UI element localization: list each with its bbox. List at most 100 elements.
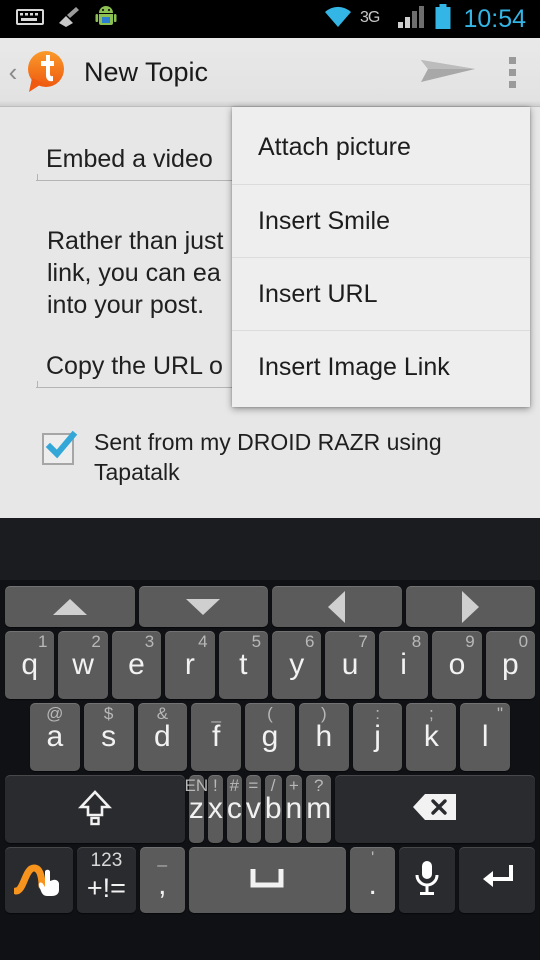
space-icon (250, 867, 284, 894)
arrow-up-key[interactable] (5, 586, 135, 627)
key-label: a (46, 720, 64, 753)
signature-label: Sent from my DROID RAZR using Tapatalk (94, 427, 442, 487)
key-label: n (285, 792, 303, 825)
gesture-key[interactable] (5, 847, 74, 913)
keyboard-row-3: EN z ! x # c = v / b + n ? m (3, 773, 537, 845)
swipe-hand-icon (12, 858, 64, 903)
key-label: i (400, 648, 407, 681)
key-label: l (481, 720, 489, 753)
key-hint: / (270, 776, 276, 795)
key-label: m (306, 792, 332, 825)
key-x[interactable]: ! x (207, 775, 223, 843)
key-w[interactable]: 2w (58, 631, 108, 699)
key-hint: ? (313, 776, 324, 795)
keyboard-icon (16, 7, 44, 32)
arrow-left-key[interactable] (272, 586, 402, 627)
key-hint: = (248, 776, 259, 795)
row2-right-gap (512, 701, 537, 773)
period-key[interactable]: ' . (349, 847, 396, 913)
key-label: c (226, 792, 242, 825)
key-l[interactable]: " l (460, 703, 511, 771)
arrow-down-key[interactable] (138, 586, 268, 627)
key-label: z (188, 792, 204, 825)
key-m[interactable]: ? m (306, 775, 332, 843)
key-y[interactable]: 6y (272, 631, 322, 699)
back-button[interactable]: ‹ (0, 59, 22, 85)
key-label: o (448, 648, 466, 681)
action-bar: ‹ New Topic (0, 38, 540, 107)
key-hint: & (156, 704, 169, 723)
tapatalk-logo-icon[interactable] (22, 48, 70, 96)
keyboard-nav-row (3, 584, 537, 629)
key-hint: 6 (304, 632, 315, 651)
key-hint: ( (267, 704, 273, 723)
menu-item-insert-image-link[interactable]: Insert Image Link (232, 330, 530, 403)
signature-checkbox[interactable] (42, 430, 78, 465)
arrow-down-icon (186, 598, 221, 615)
menu-item-attach-picture[interactable]: Attach picture (232, 111, 530, 184)
key-t[interactable]: 5t (218, 631, 269, 699)
3g-label: 3G (360, 7, 390, 32)
send-icon (419, 50, 479, 95)
key-o[interactable]: 9o (432, 631, 482, 699)
key-hint: ' (371, 848, 375, 867)
key-label: s (101, 720, 117, 753)
key-c[interactable]: # c (226, 775, 242, 843)
key-label: q (21, 648, 39, 681)
key-label: w (72, 648, 94, 681)
key-j[interactable]: :j (352, 703, 403, 771)
key-hint: 7 (358, 632, 368, 651)
key-label: u (341, 648, 359, 681)
key-p[interactable]: 0p (485, 631, 536, 699)
overflow-menu-button[interactable] (484, 38, 540, 107)
key-label: g (261, 720, 279, 753)
status-bar-left-icons (8, 5, 118, 34)
key-k[interactable]: ; k (406, 703, 457, 771)
key-hint: 9 (465, 632, 475, 651)
status-bar-right-icons: 3G 10:54 (323, 3, 532, 35)
key-v[interactable]: = v (245, 775, 261, 843)
signature-row[interactable]: Sent from my DROID RAZR using Tapatalk (42, 427, 442, 487)
key-s[interactable]: $ s (83, 703, 134, 771)
overflow-dot (508, 56, 516, 64)
wifi-icon (323, 5, 353, 34)
key-u[interactable]: 7u (325, 631, 375, 699)
key-hint: 0 (518, 632, 529, 651)
key-a[interactable]: @ a (29, 703, 80, 771)
android-robot-icon (94, 5, 118, 34)
phone-screen: 3G 10:54 ‹ New Topic Embed a video Rathe… (0, 0, 540, 960)
key-f[interactable]: _ f (191, 703, 242, 771)
key-n[interactable]: + n (285, 775, 303, 843)
key-d[interactable]: & d (137, 703, 188, 771)
key-hint: $ (103, 704, 114, 723)
key-i[interactable]: 8i (378, 631, 429, 699)
key-e[interactable]: 3e (111, 631, 162, 699)
space-key[interactable] (189, 847, 346, 913)
send-button[interactable] (414, 50, 484, 95)
key-label: d (154, 720, 171, 753)
key-b[interactable]: / b (264, 775, 282, 843)
key-label: r (184, 648, 195, 681)
key-label: e (128, 648, 145, 681)
status-bar-clock: 10:54 (463, 4, 526, 33)
microphone-key[interactable] (399, 847, 456, 913)
key-label: k (423, 720, 439, 753)
enter-key[interactable] (459, 847, 536, 913)
symbols-key[interactable]: 123 +!= (77, 847, 136, 913)
key-z[interactable]: EN z (185, 775, 208, 843)
menu-item-insert-smile[interactable]: Insert Smile (232, 184, 530, 257)
overflow-dropdown-menu: Attach picture Insert Smile Insert URL I… (232, 107, 530, 407)
key-h[interactable]: ) h (298, 703, 349, 771)
backspace-key[interactable] (335, 775, 535, 843)
key-q[interactable]: 1q (5, 631, 55, 699)
key-r[interactable]: 4r (165, 631, 215, 699)
menu-item-insert-url[interactable]: Insert URL (232, 257, 530, 330)
shift-key[interactable] (5, 775, 185, 843)
checkmark-icon (45, 430, 78, 459)
key-hint: 5 (251, 632, 262, 651)
key-g[interactable]: (g (245, 703, 295, 771)
comma-key[interactable]: _ , (139, 847, 186, 913)
arrow-right-key[interactable] (405, 586, 535, 627)
key-hint: : (375, 704, 380, 723)
key-label: v (245, 792, 261, 825)
